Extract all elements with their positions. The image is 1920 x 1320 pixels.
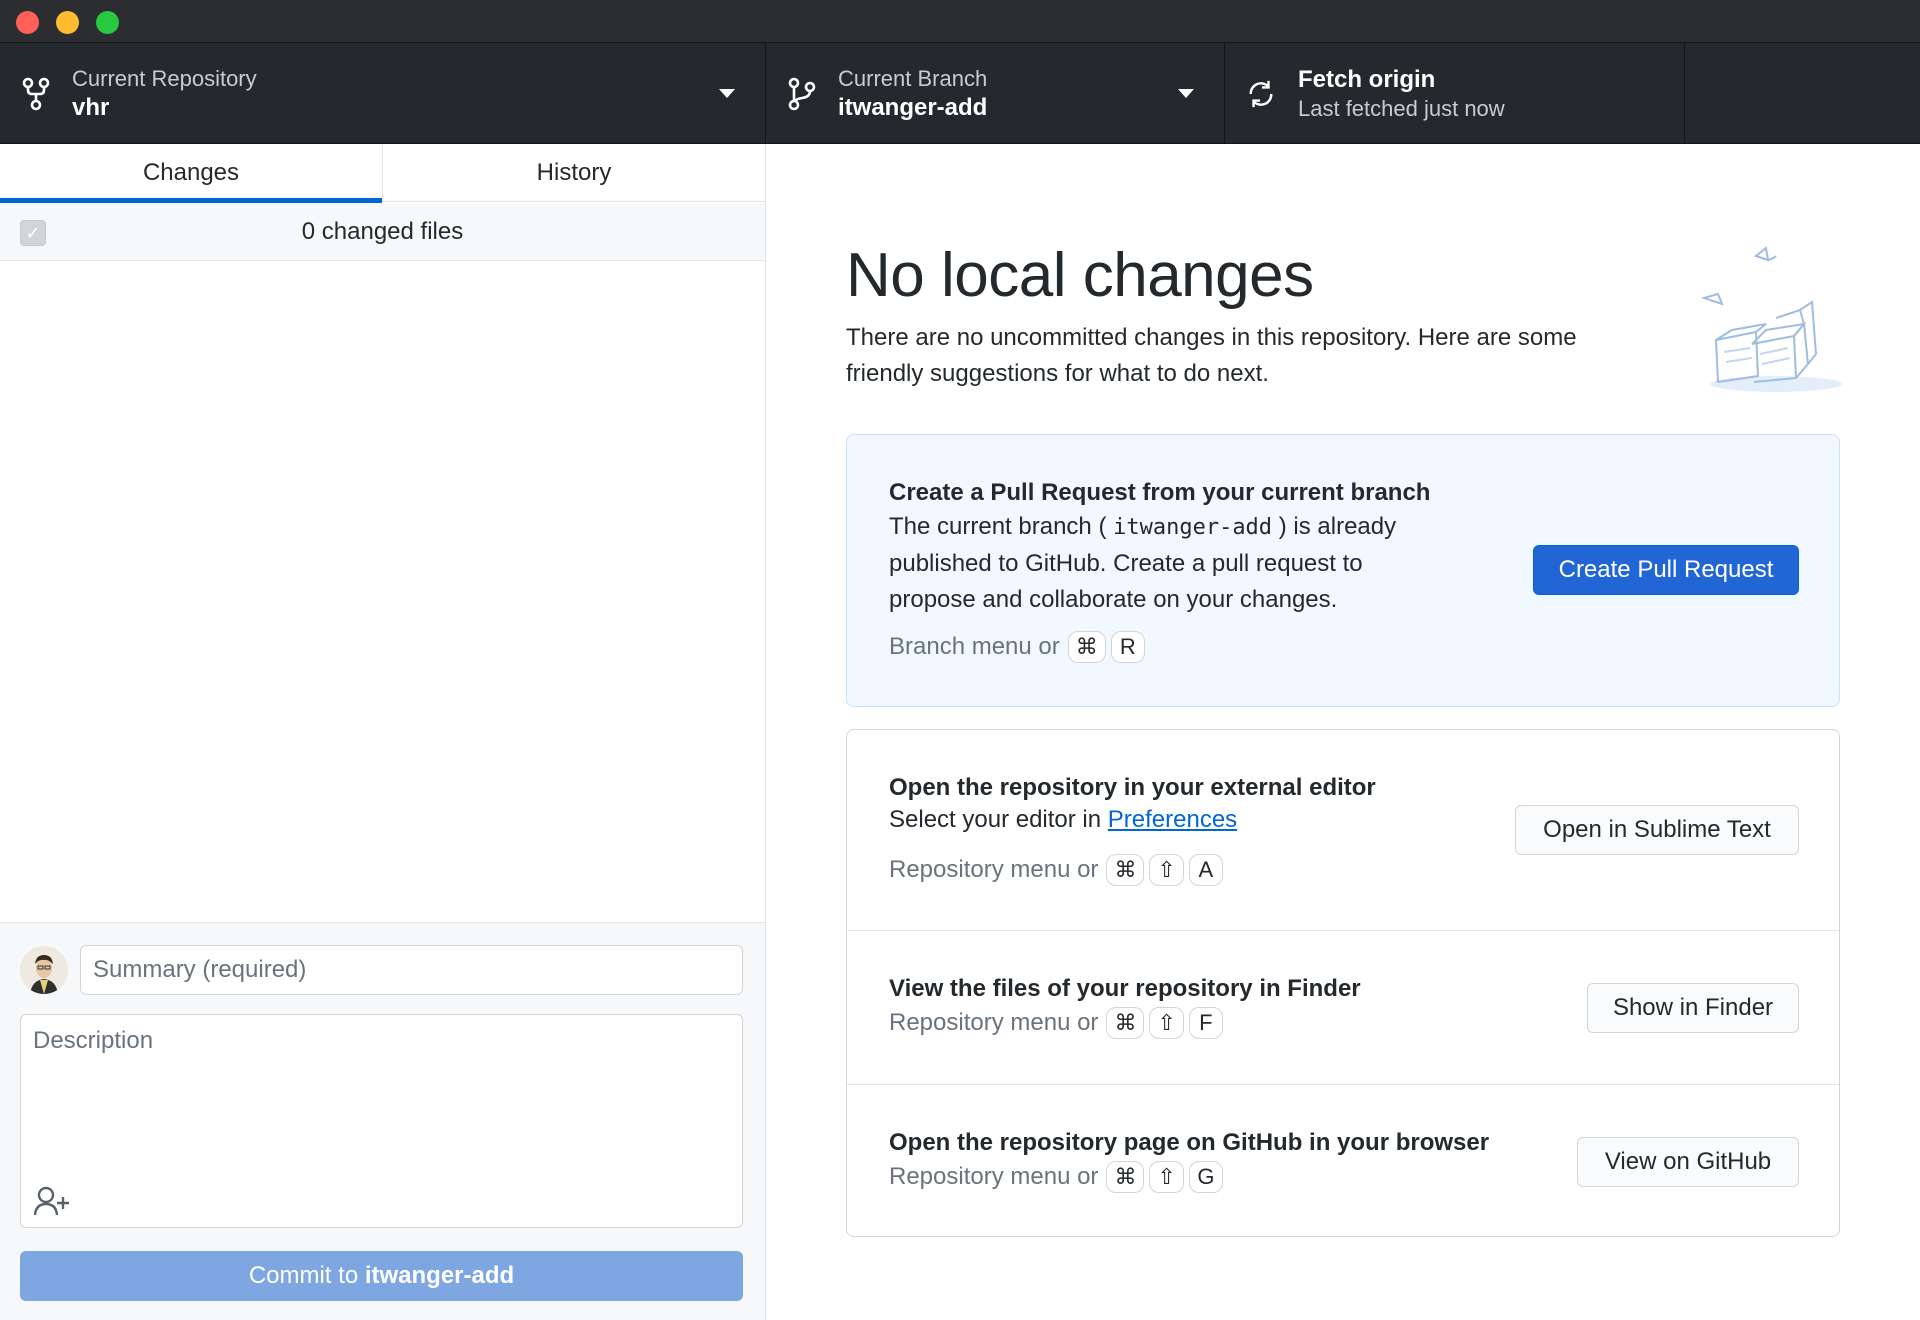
open-editor-row: Open the repository in your external edi… xyxy=(847,730,1839,930)
caret-down-icon xyxy=(719,89,735,98)
repo-fork-icon xyxy=(22,77,50,111)
open-in-editor-button[interactable]: Open in Sublime Text xyxy=(1515,805,1799,855)
pr-card-description: The current branch ( itwanger-add ) is a… xyxy=(889,509,1449,618)
sidebar-tabs: Changes History xyxy=(0,144,765,203)
shift-key-icon: ⇧ xyxy=(1149,854,1184,886)
sync-icon xyxy=(1249,80,1273,108)
tab-history[interactable]: History xyxy=(383,144,765,202)
pr-card-text-pre: The current branch ( xyxy=(889,513,1107,540)
commit-message-area: Summary (required) Description Commit to… xyxy=(0,922,765,1320)
commit-button-prefix: Commit to xyxy=(248,1262,365,1289)
changed-files-header: 0 changed files ✓ xyxy=(0,203,765,261)
fetch-origin-status: Last fetched just now xyxy=(1298,96,1505,121)
changed-files-count: 0 changed files xyxy=(301,218,464,245)
tab-changes[interactable]: Changes xyxy=(0,144,383,203)
select-all-checkbox[interactable]: ✓ xyxy=(20,220,46,246)
command-key-icon: ⌘ xyxy=(1106,1007,1145,1039)
editor-card-title: Open the repository in your external edi… xyxy=(889,774,1376,801)
pr-card-hint-text: Branch menu or xyxy=(889,633,1060,660)
current-branch-name: itwanger-add xyxy=(838,94,988,121)
avatar xyxy=(20,946,68,994)
pr-card-branch-code: itwanger-add xyxy=(1113,515,1273,540)
fetch-origin-button[interactable]: Fetch origin Last fetched just now xyxy=(1225,43,1685,144)
git-branch-icon xyxy=(788,77,816,111)
view-on-github-row: Open the repository page on GitHub in yo… xyxy=(847,1084,1839,1236)
editor-card-description: Select your editor in Preferences xyxy=(889,802,1237,838)
zoom-window-button[interactable] xyxy=(96,11,119,34)
view-on-github-button[interactable]: View on GitHub xyxy=(1577,1137,1799,1187)
current-repository-name: vhr xyxy=(72,94,110,121)
create-pull-request-button[interactable]: Create Pull Request xyxy=(1533,545,1799,595)
github-card-title: Open the repository page on GitHub in yo… xyxy=(889,1129,1490,1156)
shift-key-icon: ⇧ xyxy=(1149,1007,1184,1039)
finder-card-title: View the files of your repository in Fin… xyxy=(889,975,1361,1002)
finder-card-hint-text: Repository menu or xyxy=(889,1009,1099,1036)
close-window-button[interactable] xyxy=(16,11,39,34)
github-card-shortcut-hint: Repository menu or ⌘ ⇧ G xyxy=(889,1161,1223,1193)
preferences-link[interactable]: Preferences xyxy=(1108,806,1237,833)
editor-card-shortcut-hint: Repository menu or ⌘ ⇧ A xyxy=(889,854,1223,886)
shortcut-key: G xyxy=(1188,1161,1223,1193)
current-repository-label: Current Repository xyxy=(72,66,257,91)
minimize-window-button[interactable] xyxy=(56,11,79,34)
no-changes-panel: No local changes There are no uncommitte… xyxy=(766,144,1920,1320)
page-subtitle: There are no uncommitted changes in this… xyxy=(846,324,1577,387)
github-card-hint-text: Repository menu or xyxy=(889,1163,1099,1190)
caret-down-icon xyxy=(1178,89,1194,98)
description-textarea[interactable]: Description xyxy=(20,1014,743,1228)
page-title: No local changes xyxy=(846,241,1314,310)
show-in-finder-row: View the files of your repository in Fin… xyxy=(847,930,1839,1084)
command-key-icon: ⌘ xyxy=(1067,631,1106,663)
changes-sidebar: Changes History 0 changed files ✓ Summar… xyxy=(0,144,766,1320)
current-branch-label: Current Branch xyxy=(838,66,988,91)
pr-card-shortcut-hint: Branch menu or ⌘ R xyxy=(889,631,1145,663)
description-placeholder: Description xyxy=(33,1027,154,1054)
shift-key-icon: ⇧ xyxy=(1149,1161,1184,1193)
shortcut-key: A xyxy=(1188,854,1223,886)
current-repository-dropdown[interactable]: Current Repository vhr xyxy=(0,43,766,144)
fetch-origin-title: Fetch origin xyxy=(1298,66,1436,93)
create-pull-request-card: Create a Pull Request from your current … xyxy=(846,434,1840,707)
window-titlebar xyxy=(0,0,1920,43)
pr-card-title: Create a Pull Request from your current … xyxy=(889,479,1431,506)
empty-boxes-illustration xyxy=(1700,246,1842,392)
editor-card-text: Select your editor in xyxy=(889,806,1108,833)
show-in-finder-button[interactable]: Show in Finder xyxy=(1587,983,1799,1033)
command-key-icon: ⌘ xyxy=(1106,1161,1145,1193)
commit-button[interactable]: Commit to itwanger-add xyxy=(20,1251,743,1301)
suggestions-group: Open the repository in your external edi… xyxy=(846,729,1840,1237)
summary-input[interactable]: Summary (required) xyxy=(80,945,743,995)
commit-button-branch: itwanger-add xyxy=(364,1262,515,1289)
toolbar: Current Repository vhr Current Branch it… xyxy=(0,43,1920,144)
add-coauthor-icon[interactable] xyxy=(33,1185,71,1217)
current-branch-dropdown[interactable]: Current Branch itwanger-add xyxy=(766,43,1225,144)
shortcut-key: F xyxy=(1188,1007,1223,1039)
command-key-icon: ⌘ xyxy=(1106,854,1145,886)
editor-card-hint-text: Repository menu or xyxy=(889,856,1099,883)
shortcut-key: R xyxy=(1110,631,1145,663)
finder-card-shortcut-hint: Repository menu or ⌘ ⇧ F xyxy=(889,1007,1223,1039)
